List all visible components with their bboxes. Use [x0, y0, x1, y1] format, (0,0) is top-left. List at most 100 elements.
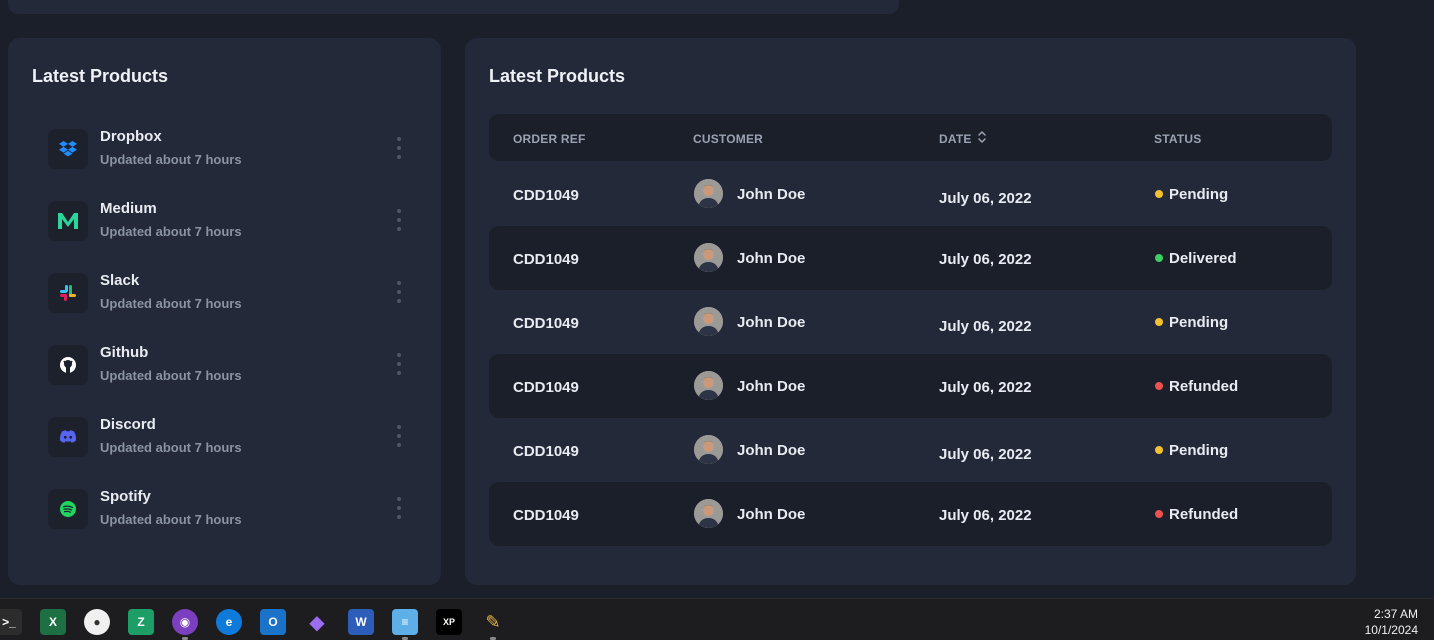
table-row[interactable]: CDD1049 John Doe July 06, 2022 Delivered — [489, 226, 1332, 290]
order-ref: CDD1049 — [513, 187, 579, 204]
table-row[interactable]: CDD1049 John Doe July 06, 2022 Refunded — [489, 354, 1332, 418]
more-options-icon[interactable] — [394, 209, 404, 231]
status-label: Pending — [1169, 186, 1229, 203]
table-header: ORDER REF CUSTOMER DATE STATUS — [489, 114, 1332, 161]
avatar — [694, 371, 723, 400]
product-name: Discord — [100, 416, 156, 433]
customer-name: John Doe — [737, 314, 806, 331]
customer-name: John Doe — [737, 250, 806, 267]
more-options-icon[interactable] — [394, 281, 404, 303]
order-ref: CDD1049 — [513, 251, 579, 268]
status-dot — [1155, 190, 1163, 198]
medium-icon — [48, 201, 88, 241]
notepad-icon[interactable]: ≡ — [392, 609, 418, 635]
order-ref: CDD1049 — [513, 443, 579, 460]
dropbox-icon — [48, 129, 88, 169]
order-date: July 06, 2022 — [939, 446, 1032, 463]
system-clock[interactable]: 2:37 AM 10/1/2024 — [1365, 606, 1418, 638]
status-label: Refunded — [1169, 506, 1239, 523]
orders-card: Latest Products ORDER REF CUSTOMER DATE … — [465, 38, 1356, 585]
spotify-icon — [48, 489, 88, 529]
status-dot — [1155, 318, 1163, 326]
status-dot — [1155, 382, 1163, 390]
product-updated: Updated about 7 hours — [100, 296, 242, 311]
order-ref: CDD1049 — [513, 315, 579, 332]
customer-name: John Doe — [737, 378, 806, 395]
card-title: Latest Products — [32, 66, 169, 86]
obsidian-icon[interactable]: ◆ — [304, 609, 330, 635]
clock-date: 10/1/2024 — [1364, 623, 1418, 637]
more-options-icon[interactable] — [394, 425, 404, 447]
xppen-icon[interactable]: XP — [436, 609, 462, 635]
customer-name: John Doe — [737, 186, 806, 203]
product-item-dropbox[interactable]: Dropbox Updated about 7 hours — [48, 128, 418, 189]
product-item-slack[interactable]: Slack Updated about 7 hours — [48, 272, 418, 333]
product-name: Slack — [100, 272, 140, 289]
product-updated: Updated about 7 hours — [100, 152, 242, 167]
order-date: July 06, 2022 — [939, 318, 1032, 335]
status-label: Delivered — [1169, 250, 1237, 267]
edge-icon[interactable]: e — [216, 609, 242, 635]
clock-time: 2:37 AM — [1373, 607, 1418, 621]
table-row[interactable]: CDD1049 John Doe July 06, 2022 Pending — [489, 418, 1332, 482]
product-name: Spotify — [100, 488, 151, 505]
avatar — [694, 499, 723, 528]
more-options-icon[interactable] — [394, 497, 404, 519]
product-updated: Updated about 7 hours — [100, 440, 242, 455]
order-date: July 06, 2022 — [939, 379, 1032, 396]
product-item-discord[interactable]: Discord Updated about 7 hours — [48, 416, 418, 477]
slack-icon — [48, 273, 88, 313]
table-row[interactable]: CDD1049 John Doe July 06, 2022 Pending — [489, 162, 1332, 226]
column-header-date[interactable]: DATE — [939, 131, 986, 146]
column-header-date-label: DATE — [939, 132, 972, 146]
latest-products-card: Latest Products Dropbox Updated about 7 … — [8, 38, 441, 585]
avatar — [694, 243, 723, 272]
order-date: July 06, 2022 — [939, 190, 1032, 207]
github-icon — [48, 345, 88, 385]
column-header-status: STATUS — [1154, 132, 1202, 146]
product-updated: Updated about 7 hours — [100, 368, 242, 383]
github-desktop-icon[interactable]: ◉ — [172, 609, 198, 635]
order-ref: CDD1049 — [513, 507, 579, 524]
card-title: Latest Products — [489, 66, 626, 86]
previous-card-bottom — [8, 0, 899, 14]
status-label: Pending — [1169, 442, 1229, 459]
table-row[interactable]: CDD1049 John Doe July 06, 2022 Pending — [489, 290, 1332, 354]
customer-name: John Doe — [737, 442, 806, 459]
status-dot — [1155, 510, 1163, 518]
status-label: Pending — [1169, 314, 1229, 331]
app-icon[interactable]: ● — [84, 609, 110, 635]
more-options-icon[interactable] — [394, 353, 404, 375]
column-header-customer: CUSTOMER — [693, 132, 764, 146]
zotero-icon[interactable]: Z — [128, 609, 154, 635]
status-label: Refunded — [1169, 378, 1239, 395]
product-item-spotify[interactable]: Spotify Updated about 7 hours — [48, 488, 418, 549]
product-item-medium[interactable]: Medium Updated about 7 hours — [48, 200, 418, 261]
avatar — [694, 307, 723, 336]
customer-name: John Doe — [737, 506, 806, 523]
avatar — [694, 179, 723, 208]
more-options-icon[interactable] — [394, 137, 404, 159]
product-name: Dropbox — [100, 128, 162, 145]
column-header-order-ref: ORDER REF — [513, 132, 586, 146]
pencil-icon[interactable]: ✎ — [480, 609, 506, 635]
product-updated: Updated about 7 hours — [100, 224, 242, 239]
product-name: Medium — [100, 200, 157, 217]
product-item-github[interactable]: Github Updated about 7 hours — [48, 344, 418, 405]
product-name: Github — [100, 344, 149, 361]
outlook-icon[interactable]: O — [260, 609, 286, 635]
status-dot — [1155, 446, 1163, 454]
excel-icon[interactable]: X — [40, 609, 66, 635]
terminal-icon[interactable]: >_ — [0, 609, 22, 635]
table-row[interactable]: CDD1049 John Doe July 06, 2022 Refunded — [489, 482, 1332, 546]
taskbar: >_ X ● Z ◉ e O ◆ W ≡ XP ✎ 2:37 AM 10/1/2… — [0, 598, 1434, 640]
discord-icon — [48, 417, 88, 457]
avatar — [694, 435, 723, 464]
word-icon[interactable]: W — [348, 609, 374, 635]
order-ref: CDD1049 — [513, 379, 579, 396]
product-updated: Updated about 7 hours — [100, 512, 242, 527]
order-date: July 06, 2022 — [939, 507, 1032, 524]
order-date: July 06, 2022 — [939, 251, 1032, 268]
status-dot — [1155, 254, 1163, 262]
sort-icon[interactable] — [977, 130, 987, 144]
